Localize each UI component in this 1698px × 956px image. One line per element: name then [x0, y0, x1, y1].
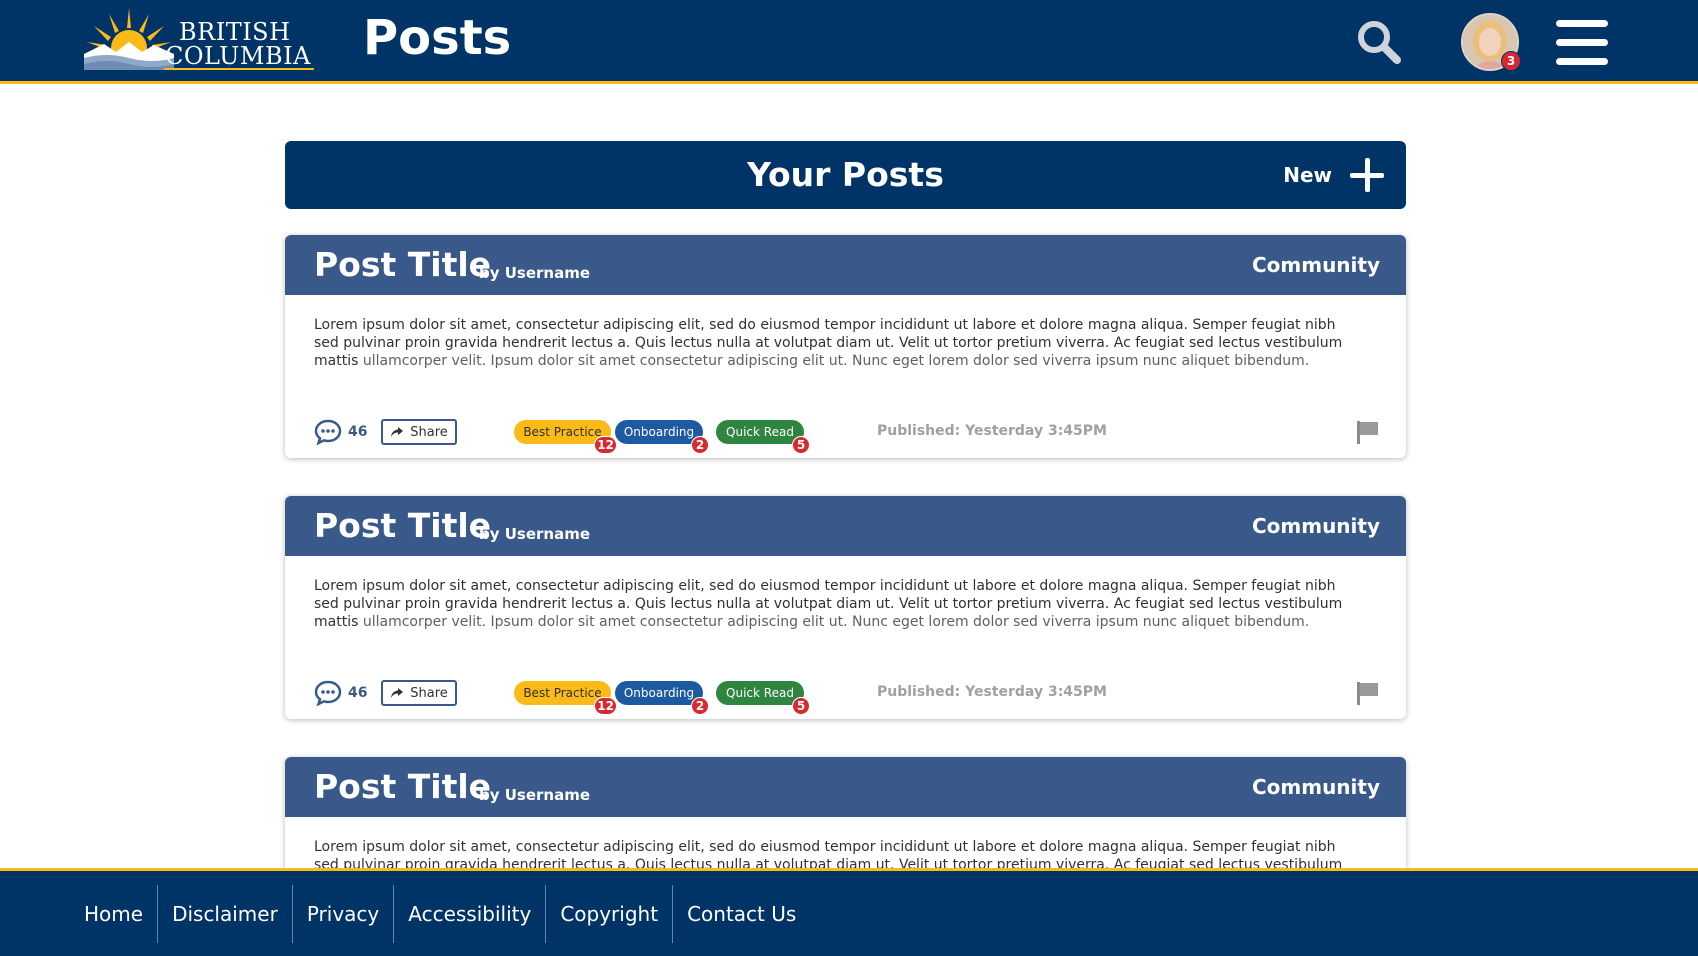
hamburger-menu-button[interactable] — [1556, 18, 1608, 66]
tag-count-badge: 5 — [792, 436, 810, 454]
tag-onboarding[interactable]: Onboarding 2 — [615, 681, 709, 715]
post-body-fade-text: ullamcorper velit. Ipsum dolor sit amet … — [362, 614, 1310, 630]
post-body: Lorem ipsum dolor sit amet, consectetur … — [314, 316, 1354, 370]
comments-button[interactable]: 46 — [314, 419, 367, 445]
section-title: Your Posts — [747, 155, 944, 194]
tag-count-badge: 12 — [594, 697, 617, 715]
tag-best-practice[interactable]: Best Practice 12 — [514, 420, 617, 454]
post-card: Post Title by Username Community Lorem i… — [285, 757, 1406, 870]
footer-link-home[interactable]: Home — [70, 885, 157, 943]
share-label: Share — [410, 424, 448, 440]
footer-link-contact[interactable]: Contact Us — [672, 885, 810, 943]
logo-line1: BRITISH — [179, 18, 291, 46]
flag-icon — [1357, 682, 1378, 705]
post-body: Lorem ipsum dolor sit amet, consectetur … — [314, 838, 1354, 870]
footer-link-copyright[interactable]: Copyright — [545, 885, 672, 943]
post-title[interactable]: Post Title — [314, 245, 491, 284]
tag-label: Onboarding — [623, 425, 695, 439]
post-body-text: Lorem ipsum dolor sit amet, consectetur … — [314, 839, 1343, 870]
search-button[interactable] — [1355, 18, 1403, 66]
post-title[interactable]: Post Title — [314, 767, 491, 806]
tag-best-practice[interactable]: Best Practice 12 — [514, 681, 617, 715]
tag-label: Best Practice — [523, 686, 602, 700]
post-card: Post Title by Username Community Lorem i… — [285, 235, 1406, 458]
footer-link-privacy[interactable]: Privacy — [291, 885, 393, 943]
share-button[interactable]: Share — [381, 680, 457, 706]
report-button[interactable] — [1354, 419, 1380, 445]
site-header: BRITISH COLUMBIA Posts 3 — [0, 0, 1698, 84]
footer-nav: Home Disclaimer Privacy Accessibility Co… — [70, 885, 810, 943]
user-avatar-button[interactable]: 3 — [1461, 13, 1521, 71]
notification-badge: 3 — [1501, 51, 1521, 71]
tag-label: Best Practice — [523, 425, 602, 439]
tag-label: Quick Read — [726, 686, 794, 700]
tag-onboarding[interactable]: Onboarding 2 — [615, 420, 709, 454]
bc-sun-logo-icon — [84, 8, 174, 70]
tag-label: Quick Read — [726, 425, 794, 439]
new-post-label: New — [1283, 163, 1332, 187]
tag-quick-read[interactable]: Quick Read 5 — [716, 420, 810, 454]
post-author[interactable]: by Username — [479, 525, 590, 543]
share-button[interactable]: Share — [381, 419, 457, 445]
flag-icon — [1357, 421, 1378, 444]
post-body-fade-text: ullamcorper velit. Ipsum dolor sit amet … — [362, 353, 1310, 369]
post-title[interactable]: Post Title — [314, 506, 491, 545]
comment-icon — [314, 419, 342, 445]
site-footer: Home Disclaimer Privacy Accessibility Co… — [0, 868, 1698, 956]
comments-button[interactable]: 46 — [314, 680, 367, 706]
new-post-button[interactable]: New — [1283, 156, 1384, 194]
post-author[interactable]: by Username — [479, 264, 590, 282]
post-header: Post Title by Username Community — [285, 496, 1406, 556]
tag-count-badge: 5 — [792, 697, 810, 715]
post-category[interactable]: Community — [1252, 253, 1380, 277]
logo-line2: COLUMBIA — [165, 42, 311, 70]
report-button[interactable] — [1354, 680, 1380, 706]
post-card: Post Title by Username Community Lorem i… — [285, 496, 1406, 719]
bc-logo-text: BRITISH COLUMBIA — [165, 18, 311, 68]
tag-count-badge: 2 — [691, 697, 709, 715]
search-icon — [1358, 21, 1401, 64]
post-header: Post Title by Username Community — [285, 757, 1406, 817]
comment-count: 46 — [348, 424, 368, 440]
share-label: Share — [410, 685, 448, 701]
bc-logo[interactable]: BRITISH COLUMBIA — [84, 8, 314, 74]
footer-link-accessibility[interactable]: Accessibility — [393, 885, 545, 943]
logo-underline — [164, 68, 314, 70]
comment-count: 46 — [348, 685, 368, 701]
post-category[interactable]: Community — [1252, 775, 1380, 799]
post-footer: 46 Share Best Practice 12 Onboarding 2 Q… — [314, 680, 1380, 715]
hamburger-menu-icon — [1556, 20, 1608, 27]
main-content: Your Posts New Post Title by Username Co… — [0, 84, 1698, 870]
footer-link-disclaimer[interactable]: Disclaimer — [157, 885, 292, 943]
share-icon — [391, 688, 404, 698]
tag-label: Onboarding — [623, 686, 695, 700]
plus-icon — [1350, 158, 1384, 192]
published-date: Published: Yesterday 3:45PM — [877, 423, 1107, 439]
post-category[interactable]: Community — [1252, 514, 1380, 538]
your-posts-header: Your Posts New — [285, 141, 1406, 209]
comment-icon — [314, 680, 342, 706]
share-icon — [391, 427, 404, 437]
tag-count-badge: 12 — [594, 436, 617, 454]
published-date: Published: Yesterday 3:45PM — [877, 684, 1107, 700]
post-footer: 46 Share Best Practice 12 Onboarding 2 Q… — [314, 419, 1380, 454]
post-header: Post Title by Username Community — [285, 235, 1406, 295]
post-author[interactable]: by Username — [479, 786, 590, 804]
tag-quick-read[interactable]: Quick Read 5 — [716, 681, 810, 715]
page-title: Posts — [363, 10, 512, 66]
tag-count-badge: 2 — [691, 436, 709, 454]
post-body: Lorem ipsum dolor sit amet, consectetur … — [314, 577, 1354, 631]
